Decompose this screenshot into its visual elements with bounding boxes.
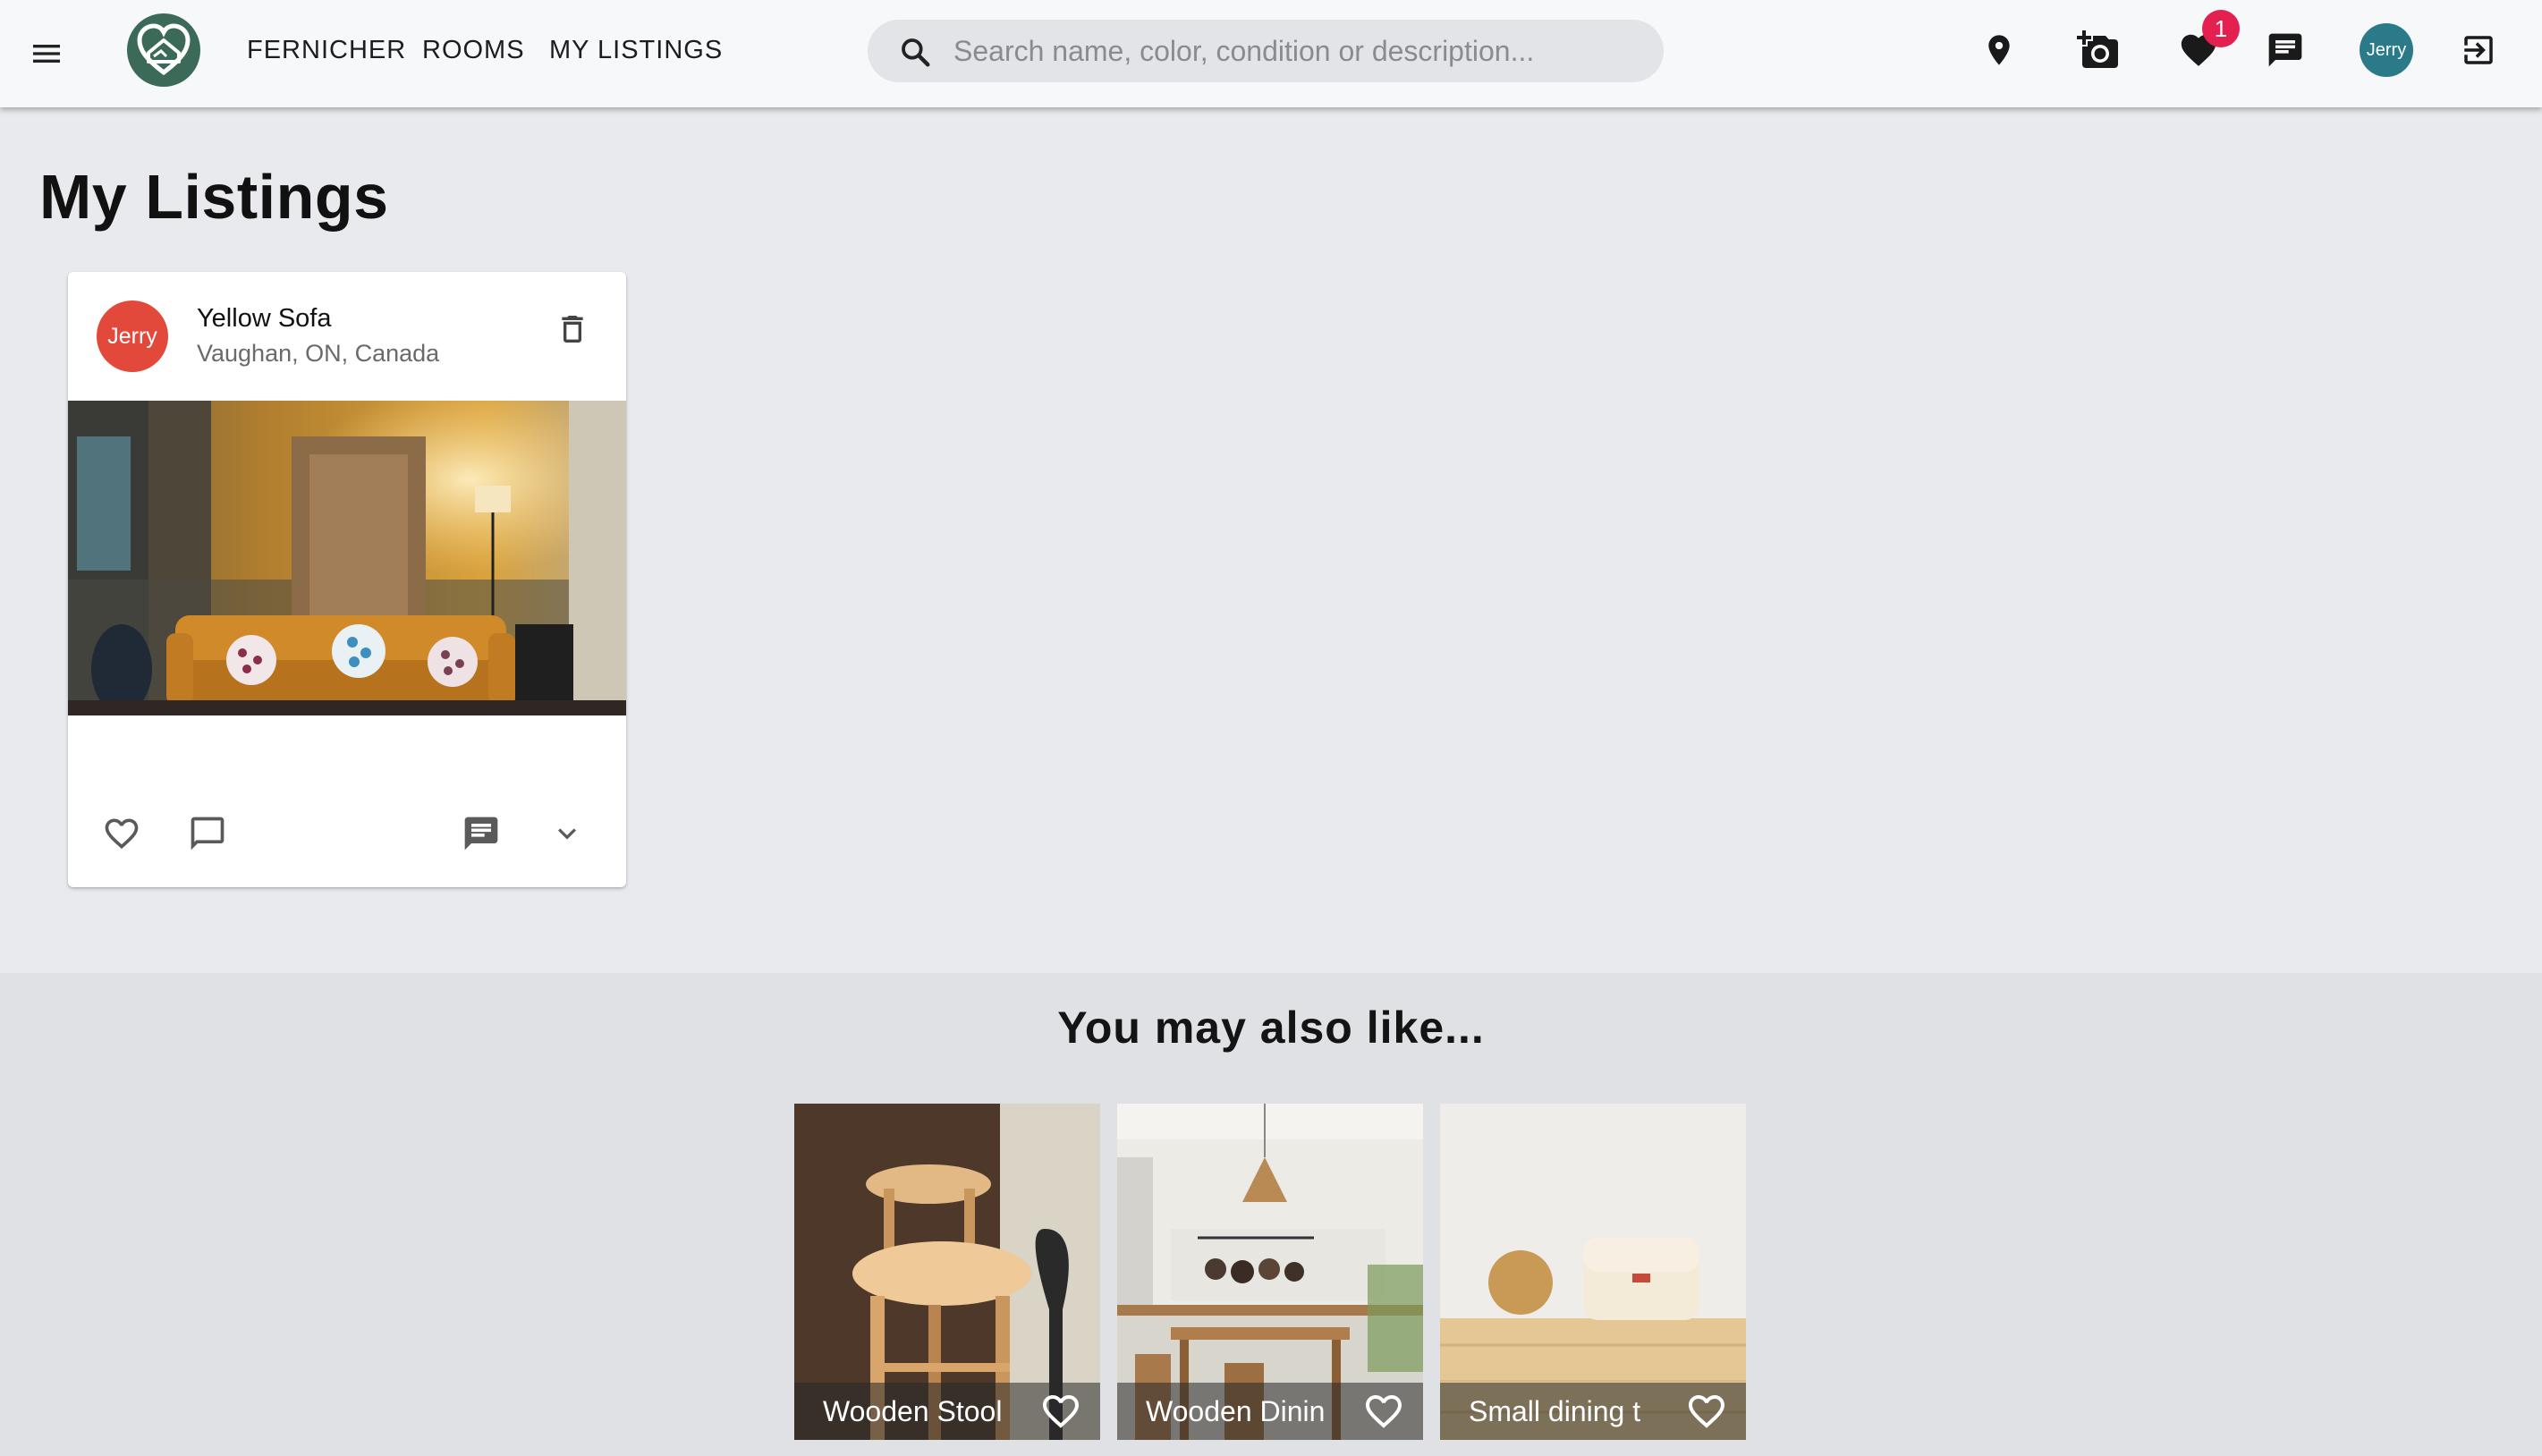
chat-icon: [2268, 33, 2302, 67]
recommendations-section: You may also like... Wooden Stool Wooden…: [0, 973, 2542, 1456]
recommendations-title: You may also like...: [1057, 1003, 1485, 1053]
logo[interactable]: [127, 13, 200, 87]
nav-fernicher[interactable]: FERNICHER: [247, 32, 406, 68]
message-seller-button[interactable]: [453, 805, 510, 862]
heart-outline-icon[interactable]: [1362, 1390, 1405, 1433]
menu-button[interactable]: [25, 32, 68, 75]
tile-label: Small dining t: [1469, 1395, 1641, 1427]
favorite-button[interactable]: [93, 805, 150, 862]
add-listing-button[interactable]: [2073, 25, 2123, 75]
page-title: My Listings: [39, 162, 389, 232]
heart-outline-icon: [105, 818, 139, 850]
messages-button[interactable]: [2260, 25, 2310, 75]
listing-image: [68, 401, 626, 715]
tile-caption-bar: Wooden Stool: [794, 1383, 1100, 1440]
tile-label: Wooden Dinin: [1146, 1395, 1326, 1427]
listing-location: Vaughan, ON, Canada: [197, 340, 440, 367]
location-button[interactable]: [1974, 25, 2024, 75]
heart-outline-icon[interactable]: [1039, 1390, 1082, 1433]
menu-icon: [33, 45, 60, 63]
listing-card[interactable]: Jerry Yellow Sofa Vaughan, ON, Canada: [68, 272, 626, 887]
favorites-badge: 1: [2202, 10, 2240, 47]
chat-icon: [464, 817, 498, 851]
recommendation-tile[interactable]: Wooden Stool: [794, 1104, 1100, 1440]
search-bar: [868, 20, 1664, 82]
chevron-down-icon: [558, 828, 576, 840]
search-input[interactable]: [953, 20, 1642, 82]
heart-outline-icon[interactable]: [1685, 1390, 1728, 1433]
delete-button[interactable]: [547, 304, 597, 354]
app-bar: FERNICHER ROOMS MY LISTINGS 1 Jerry: [0, 0, 2542, 107]
search-icon[interactable]: [898, 35, 932, 69]
logout-icon: [2464, 36, 2493, 64]
avatar[interactable]: Jerry: [2360, 23, 2413, 77]
comment-button[interactable]: [179, 805, 236, 862]
location-pin-icon: [1988, 35, 2010, 65]
tile-caption-bar: Wooden Dinin: [1117, 1383, 1423, 1440]
chat-outline-icon: [191, 817, 225, 851]
expand-button[interactable]: [538, 805, 596, 862]
trash-icon: [562, 316, 583, 343]
add-photo-icon: [2077, 30, 2118, 68]
listing-title: Yellow Sofa: [197, 304, 332, 333]
tile-caption-bar: Small dining t: [1440, 1383, 1746, 1440]
recommendation-tile[interactable]: Wooden Dinin: [1117, 1104, 1423, 1440]
nav-my-listings[interactable]: MY LISTINGS: [549, 32, 723, 68]
tile-label: Wooden Stool: [823, 1395, 1003, 1427]
card-avatar: Jerry: [97, 301, 168, 372]
logout-button[interactable]: [2453, 25, 2504, 75]
recommendation-tile[interactable]: Small dining t: [1440, 1104, 1746, 1440]
nav-rooms[interactable]: ROOMS: [422, 32, 525, 68]
